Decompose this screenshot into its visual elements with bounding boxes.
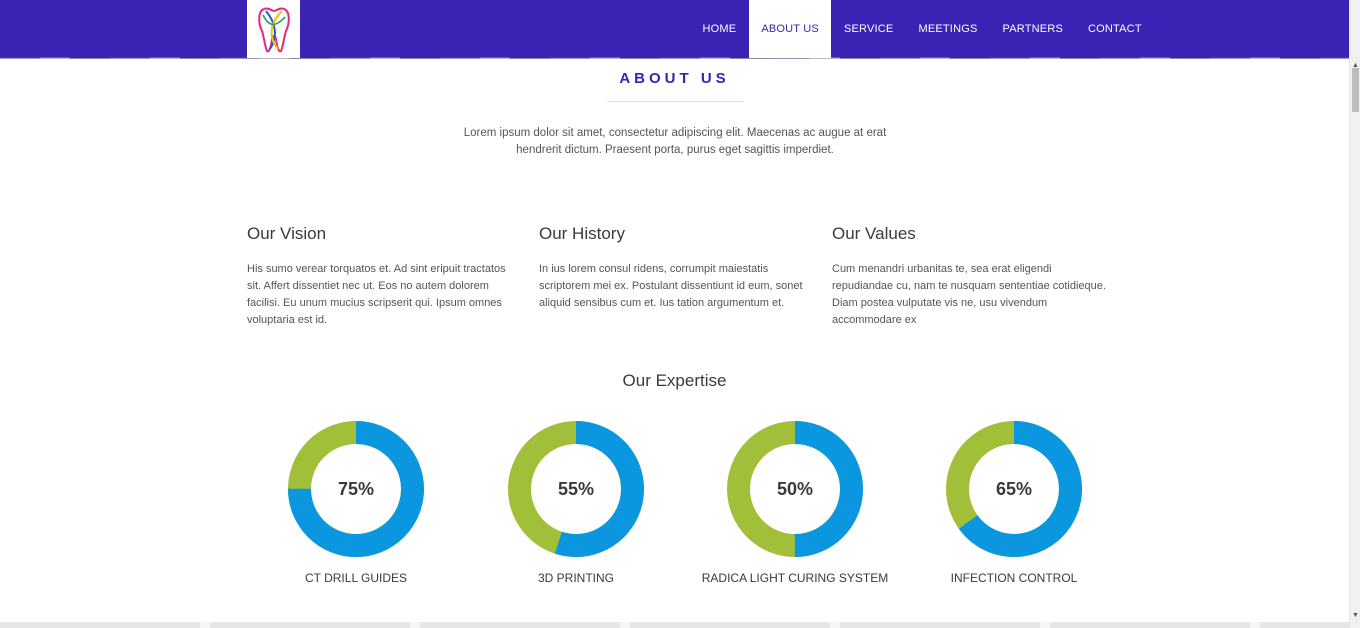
about-title: ABOUT US [619,70,730,87]
vision-text: His sumo verear torquatos et. Ad sint er… [247,263,506,326]
about-intro: Lorem ipsum dolor sit amet, consectetur … [463,127,887,156]
nav-contact[interactable]: CONTACT [1076,0,1155,58]
main-menu: HOME ABOUT US SERVICE MEETINGS PARTNERS … [690,0,1154,58]
donut-value-label: 55% [558,479,594,499]
tooth-logo-icon [257,7,290,53]
history-heading: Our History [539,224,625,243]
donut-svg: 65% [946,421,1082,557]
chart-label: CT DRILL GUIDES [304,571,408,585]
donut-svg: 50% [727,421,863,557]
nav-home[interactable]: HOME [690,0,749,58]
nav-meetings[interactable]: MEETINGS [906,0,990,58]
history-column: Our History In ius lorem consul ridens, … [539,224,814,312]
donut-chart-3: 50% RADICA LIGHT CURING SYSTEM [695,420,895,585]
nav-about-us[interactable]: ABOUT US [748,0,832,58]
donut-value-label: 65% [996,479,1032,499]
history-text: In ius lorem consul ridens, corrumpit ma… [539,263,803,309]
nav-partners[interactable]: PARTNERS [990,0,1075,58]
values-heading: Our Values [832,224,916,243]
donut-chart-2: 55% 3D PRINTING [476,420,676,585]
donut-chart-1: 75% CT DRILL GUIDES [256,420,456,585]
chart-label: INFECTION CONTROL [950,571,1078,585]
values-text: Cum menandri urbanitas te, sea erat elig… [832,263,1106,326]
scroll-thumb[interactable] [1352,68,1359,112]
chart-label: 3D PRINTING [537,571,614,585]
values-column: Our Values Cum menandri urbanitas te, se… [832,224,1107,329]
vision-column: Our Vision His sumo verear torquatos et.… [247,224,522,329]
title-divider [607,101,744,102]
donut-value-label: 75% [338,479,374,499]
expertise-title: Our Expertise [622,371,727,390]
nav-service[interactable]: SERVICE [831,0,906,58]
scroll-down-arrow-icon[interactable]: ▼ [1350,608,1360,622]
vertical-scrollbar[interactable]: ▲ ▼ [1349,0,1360,628]
page-bottom-edge [0,622,1349,628]
donut-svg: 75% [288,421,424,557]
donut-svg: 55% [508,421,644,557]
logo[interactable] [247,0,300,58]
vision-heading: Our Vision [247,224,327,243]
donut-value-label: 50% [777,479,813,499]
chart-label: RADICA LIGHT CURING SYSTEM [701,571,889,585]
donut-chart-4: 65% INFECTION CONTROL [914,420,1114,585]
